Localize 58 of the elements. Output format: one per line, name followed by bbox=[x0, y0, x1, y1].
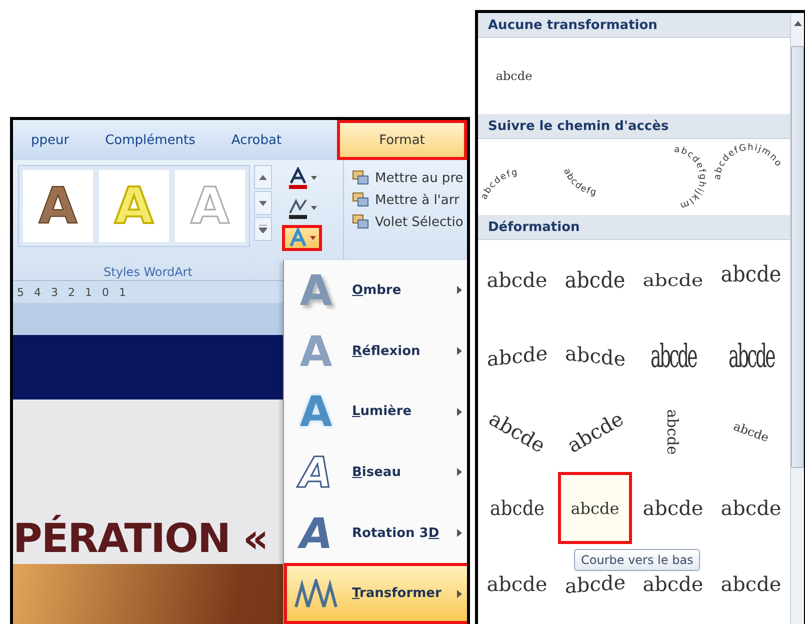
menu-item[interactable]: A Réflexion bbox=[284, 320, 467, 382]
slide-title: PÉRATION « bbox=[13, 516, 268, 562]
submenu-arrow-icon bbox=[457, 590, 462, 598]
menu-item[interactable]: A Rotation 3D bbox=[284, 502, 467, 564]
text-fill-icon bbox=[287, 167, 309, 189]
text-effects-button[interactable] bbox=[282, 225, 322, 251]
wordart-style[interactable]: A bbox=[23, 170, 93, 242]
layers-icon bbox=[352, 170, 370, 186]
ruler-number: 1 bbox=[85, 286, 92, 298]
ribbon-tab[interactable]: Acrobat bbox=[213, 120, 300, 160]
ribbon-tab[interactable]: Format bbox=[337, 120, 467, 160]
scrollbar-thumb[interactable] bbox=[791, 46, 804, 468]
section-header: Aucune transformation bbox=[478, 13, 790, 38]
group-label: Styles WordArt bbox=[102, 265, 194, 279]
caret-up-icon bbox=[794, 21, 802, 26]
section-header: Suivre le chemin d'accès bbox=[478, 114, 790, 139]
caret-down-icon bbox=[311, 206, 317, 210]
layers-icon bbox=[352, 192, 370, 208]
ruler-number: 2 bbox=[68, 286, 75, 298]
effect-preview-glyph: A bbox=[298, 387, 334, 436]
menu-item[interactable]: Transformer bbox=[284, 563, 467, 624]
more-button[interactable] bbox=[254, 217, 272, 241]
layers-icon bbox=[352, 214, 370, 230]
pen-icon bbox=[287, 197, 309, 219]
ribbon-tab[interactable]: Compléments bbox=[87, 120, 214, 160]
tooltip: Courbe vers le bas bbox=[574, 549, 700, 571]
ribbon-tab[interactable]: ppeur bbox=[13, 120, 88, 160]
arrange-command[interactable]: Mettre à l'arr bbox=[352, 192, 464, 208]
caret-up-icon bbox=[259, 174, 267, 180]
submenu-arrow-icon bbox=[457, 468, 462, 476]
effect-preview-glyph: A bbox=[294, 508, 338, 558]
submenu-arrow-icon bbox=[457, 529, 462, 538]
caret-down-icon bbox=[259, 200, 267, 206]
ruler-number: 3 bbox=[51, 286, 58, 298]
ruler-number: 0 bbox=[102, 286, 109, 298]
effect-preview-glyph: A bbox=[298, 266, 334, 315]
arrange-command[interactable]: Volet Sélectio bbox=[352, 214, 464, 230]
effect-preview-glyph: A bbox=[294, 448, 338, 497]
menu-item[interactable]: A Ombre bbox=[284, 260, 467, 321]
submenu-arrow-icon bbox=[457, 347, 462, 355]
ruler-number: 4 bbox=[34, 286, 41, 298]
caret-down-icon bbox=[311, 176, 317, 180]
scroll-up-button[interactable] bbox=[254, 165, 272, 189]
scroll-down-button[interactable] bbox=[254, 191, 272, 215]
submenu-arrow-icon bbox=[457, 286, 462, 294]
ruler-number: 1 bbox=[119, 286, 126, 298]
menu-item[interactable]: A Lumière bbox=[284, 381, 467, 442]
caret-down-icon bbox=[310, 236, 316, 240]
arrange-command[interactable]: Mettre au pre bbox=[352, 170, 464, 186]
section-header: Déformation bbox=[478, 215, 790, 240]
menu-item[interactable]: A Biseau bbox=[284, 442, 467, 503]
ruler-number: 5 bbox=[17, 286, 24, 298]
more-icon bbox=[259, 225, 267, 233]
effect-preview-glyph: A bbox=[298, 326, 334, 376]
text-effects-icon bbox=[288, 228, 308, 248]
warp-option[interactable]: abcde bbox=[558, 472, 632, 544]
warped-text-icon bbox=[294, 578, 338, 609]
submenu-arrow-icon bbox=[457, 408, 462, 416]
